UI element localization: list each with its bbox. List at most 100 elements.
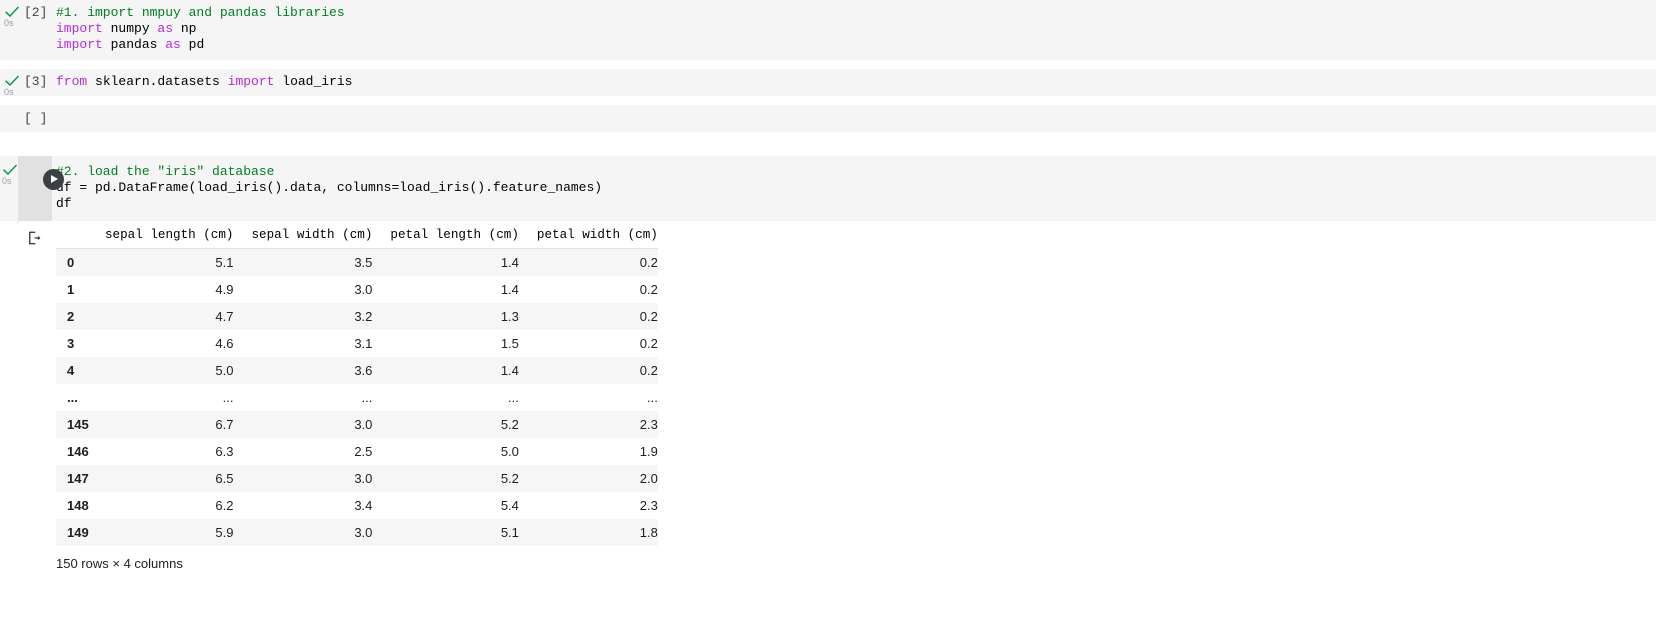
table-cell: 5.4 — [500, 498, 519, 514]
execution-count: [3] — [24, 73, 48, 89]
table-cell: 5.2 — [500, 471, 519, 487]
table-head-row: sepal length (cm) sepal width (cm) petal l… — [56, 224, 658, 250]
table-cell: 5.0 — [500, 444, 519, 460]
active-cell-group: 0s #2. load the "iris" database df = pd.… — [0, 155, 1656, 576]
cell-divider — [0, 131, 1656, 156]
table-row: 146 6.3 2.5 5.0 1.9 — [56, 438, 658, 466]
check-icon — [5, 6, 19, 17]
code-editor[interactable]: from sklearn.datasets import load_iris — [0, 69, 1656, 96]
cell-status-gutter: 0s — [0, 0, 24, 60]
table-cell: 0.2 — [639, 363, 658, 379]
code-token-kw: from — [56, 73, 88, 89]
table-row: 2 4.7 3.2 1.3 0.2 — [56, 303, 658, 331]
cell-run-time: 0s — [4, 18, 14, 28]
table-cell: 3.2 — [354, 309, 373, 325]
table-row: 147 6.5 3.0 5.2 2.0 — [56, 465, 658, 493]
table-row: 148 6.2 3.4 5.4 2.3 — [56, 492, 658, 520]
table-cell: ... — [361, 390, 373, 406]
output-export-icon[interactable] — [28, 231, 42, 245]
cell-status-gutter: 0s — [0, 69, 24, 97]
table-cell: ... — [222, 390, 234, 406]
code-token-kw: as — [165, 37, 181, 53]
code-cell-selected[interactable]: 0s #2. load the "iris" database df = pd.… — [0, 155, 1656, 222]
check-icon — [5, 75, 19, 86]
table-cell: 0.2 — [639, 255, 658, 271]
dataframe-body: 0 5.1 3.5 1.4 0.2 1 4.9 3.0 1.4 0.2 2 4.7 3.2 1.3 0.2 3… — [56, 248, 658, 547]
code-cell[interactable]: 0s [3] from sklearn.datasets import load… — [0, 68, 1656, 97]
table-cell: 1.5 — [500, 336, 519, 352]
table-cell: 3.5 — [354, 255, 373, 271]
table-cell: 6.3 — [215, 444, 234, 460]
cell-divider — [0, 95, 1656, 105]
cell-run-time: 0s — [4, 86, 14, 97]
table-cell: 4.6 — [215, 336, 234, 352]
check-icon — [3, 164, 17, 175]
code-token-kw: import — [56, 37, 103, 53]
table-cell: 2.3 — [639, 498, 658, 514]
code-token-plain: load_iris — [274, 73, 353, 89]
run-button-gutter — [18, 155, 64, 222]
table-index-cell: 149 — [67, 525, 89, 541]
empty-code-cell[interactable]: [ ] — [0, 104, 1656, 132]
table-cell: 3.0 — [354, 282, 373, 298]
table-row: 149 5.9 3.0 5.1 1.8 — [56, 519, 658, 547]
table-cell: 1.8 — [639, 525, 658, 541]
code-token-plain: pd — [180, 37, 205, 53]
table-index-cell: 148 — [67, 498, 89, 514]
code-token-kw: as — [157, 21, 174, 37]
code-token-comment: #1. import nmpuy and pandas libraries — [56, 5, 345, 20]
table-index-cell: 0 — [67, 255, 75, 271]
code-token-plain: numpy — [102, 21, 158, 37]
table-cell: 1.4 — [500, 363, 519, 379]
table-index-cell: 146 — [67, 444, 89, 460]
table-cell: 3.1 — [354, 336, 373, 352]
table-cell: 2.5 — [354, 444, 373, 460]
table-index-cell: ... — [67, 390, 78, 406]
table-cell: 1.3 — [500, 309, 519, 325]
table-cell: ... — [508, 390, 519, 406]
table-cell: 2.3 — [639, 417, 658, 433]
table-cell: 5.0 — [215, 363, 234, 379]
table-index-cell: 145 — [67, 417, 89, 433]
code-cell[interactable]: 0s [2] #1. import nmpuy and pandas libra… — [0, 0, 1656, 60]
code-token-plain: pandas — [102, 37, 166, 53]
table-cell: 0.2 — [639, 336, 658, 352]
dataframe-shape-footer: 150 rows × 4 columns — [56, 556, 183, 572]
play-icon — [51, 175, 58, 184]
code-editor[interactable]: #1. import nmpuy and pandas libraries im… — [0, 0, 1656, 60]
code-token-kw: import — [56, 21, 103, 37]
code-token-plain: sklearn.datasets — [87, 73, 228, 89]
cell-run-time: 0s — [2, 175, 12, 186]
table-index-cell: 1 — [67, 282, 75, 298]
table-cell: 0.2 — [639, 282, 658, 298]
table-index-header — [56, 224, 105, 250]
table-cell: 6.7 — [215, 417, 234, 433]
execution-count: [ ] — [24, 110, 48, 126]
table-cell: ... — [646, 390, 658, 406]
table-cell: 0.2 — [639, 309, 658, 325]
dataframe-table: sepal length (cm) sepal width (cm) petal l… — [56, 224, 658, 547]
run-cell-button[interactable] — [43, 168, 64, 190]
table-row: 1 4.9 3.0 1.4 0.2 — [56, 276, 658, 304]
table-index-cell: 2 — [67, 309, 75, 325]
table-cell: 5.1 — [500, 525, 519, 541]
table-index-cell: 4 — [67, 363, 75, 379]
dataframe-header-row: sepal length (cm) sepal width (cm) petal l… — [56, 224, 658, 250]
table-index-cell: 147 — [67, 471, 89, 487]
code-token-comment: #2. load the "iris" database — [56, 163, 275, 179]
table-column-header: sepal width (cm) — [233, 224, 373, 250]
table-row: 3 4.6 3.1 1.5 0.2 — [56, 330, 658, 358]
table-column-header: sepal length (cm) — [105, 224, 234, 250]
table-index-cell: 3 — [67, 336, 75, 352]
table-cell: 3.4 — [354, 498, 373, 514]
code-editor[interactable]: #2. load the "iris" database df = pd.Dat… — [0, 156, 1656, 222]
table-row: 4 5.0 3.6 1.4 0.2 — [56, 357, 658, 385]
table-cell: 3.0 — [354, 525, 373, 541]
notebook-canvas: 0s [2] #1. import nmpuy and pandas libra… — [0, 0, 1656, 617]
table-column-header: petal width (cm) — [518, 224, 658, 250]
table-column-header: petal length (cm) — [372, 224, 519, 250]
table-row: 145 6.7 3.0 5.2 2.3 — [56, 411, 658, 439]
table-cell: 4.7 — [215, 309, 234, 325]
table-cell: 5.1 — [215, 255, 234, 271]
table-cell: 1.9 — [639, 444, 658, 460]
